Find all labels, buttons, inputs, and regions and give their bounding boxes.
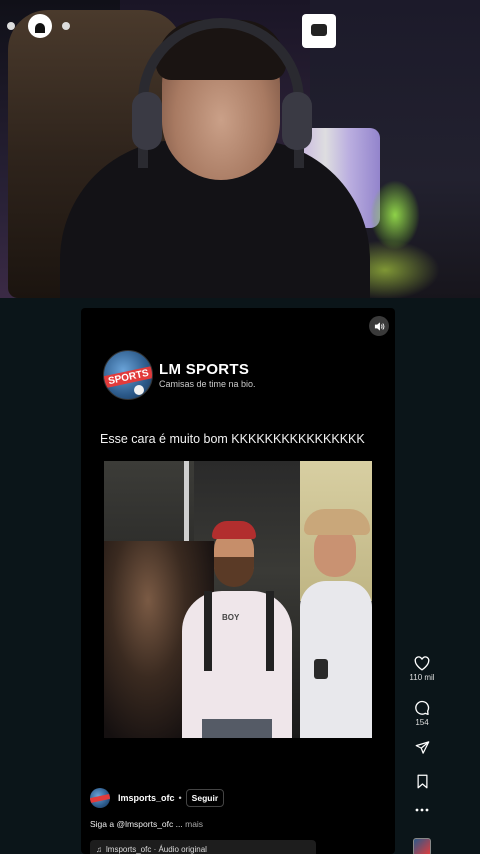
caption-text: Siga a @lmsports_ofc ... xyxy=(90,819,183,829)
send-icon xyxy=(415,741,429,754)
author-username[interactable]: lmsports_ofc xyxy=(118,793,175,803)
audio-cover-thumbnail[interactable] xyxy=(413,838,431,854)
webcam-feed xyxy=(0,0,480,298)
comment-icon xyxy=(415,700,430,715)
reel-card[interactable]: SPORTS LM SPORTS Camisas de time na bio.… xyxy=(81,308,395,854)
speaker-icon xyxy=(374,321,384,331)
brand-title: LM SPORTS xyxy=(159,361,250,378)
comment-button[interactable]: 154 xyxy=(402,700,442,727)
post-caption: Siga a @lmsports_ofc ... mais xyxy=(90,819,203,829)
save-button[interactable] xyxy=(402,774,442,789)
music-note-icon: ♫ xyxy=(96,844,102,854)
more-icon xyxy=(415,808,429,812)
audio-track[interactable]: ♫ lmsports_ofc · Áudio original xyxy=(90,840,316,854)
comment-count: 154 xyxy=(415,718,429,727)
bookmark-icon xyxy=(417,774,427,789)
heart-icon xyxy=(414,656,430,671)
brand-subtitle: Camisas de time na bio. xyxy=(159,379,256,389)
post-author-row: lmsports_ofc • Seguir xyxy=(90,788,225,808)
man-with-hat xyxy=(300,509,372,738)
alien-figure xyxy=(370,180,420,250)
brand-avatar: SPORTS xyxy=(103,350,153,400)
light-dot xyxy=(62,22,70,30)
shirt-print: BOY xyxy=(222,613,240,622)
soccer-ball-icon xyxy=(134,385,144,395)
audio-label: lmsports_ofc · Áudio original xyxy=(106,844,207,854)
headset-ear-right xyxy=(282,92,312,150)
more-button[interactable] xyxy=(402,808,442,812)
follow-button[interactable]: Seguir xyxy=(185,789,225,807)
like-button[interactable]: 110 mil xyxy=(402,656,442,682)
post-headline: Esse cara é muito bom KKKKKKKKKKKKKKKK xyxy=(100,432,365,446)
share-button[interactable] xyxy=(402,740,442,755)
mute-button[interactable] xyxy=(369,316,389,336)
author-avatar[interactable] xyxy=(90,788,110,808)
light-dot xyxy=(7,22,15,30)
post-branding: SPORTS LM SPORTS Camisas de time na bio. xyxy=(103,350,256,400)
headset-ear-left xyxy=(132,92,162,150)
reel-video[interactable]: BOY xyxy=(104,461,372,738)
more-link[interactable]: mais xyxy=(185,819,203,829)
youtube-play-button-decor xyxy=(302,14,336,48)
chair-logo-icon xyxy=(28,14,52,38)
like-count: 110 mil xyxy=(409,673,435,682)
separator-dot: • xyxy=(178,793,182,803)
bearded-man: BOY xyxy=(182,521,292,738)
avatar-text: SPORTS xyxy=(107,367,150,388)
